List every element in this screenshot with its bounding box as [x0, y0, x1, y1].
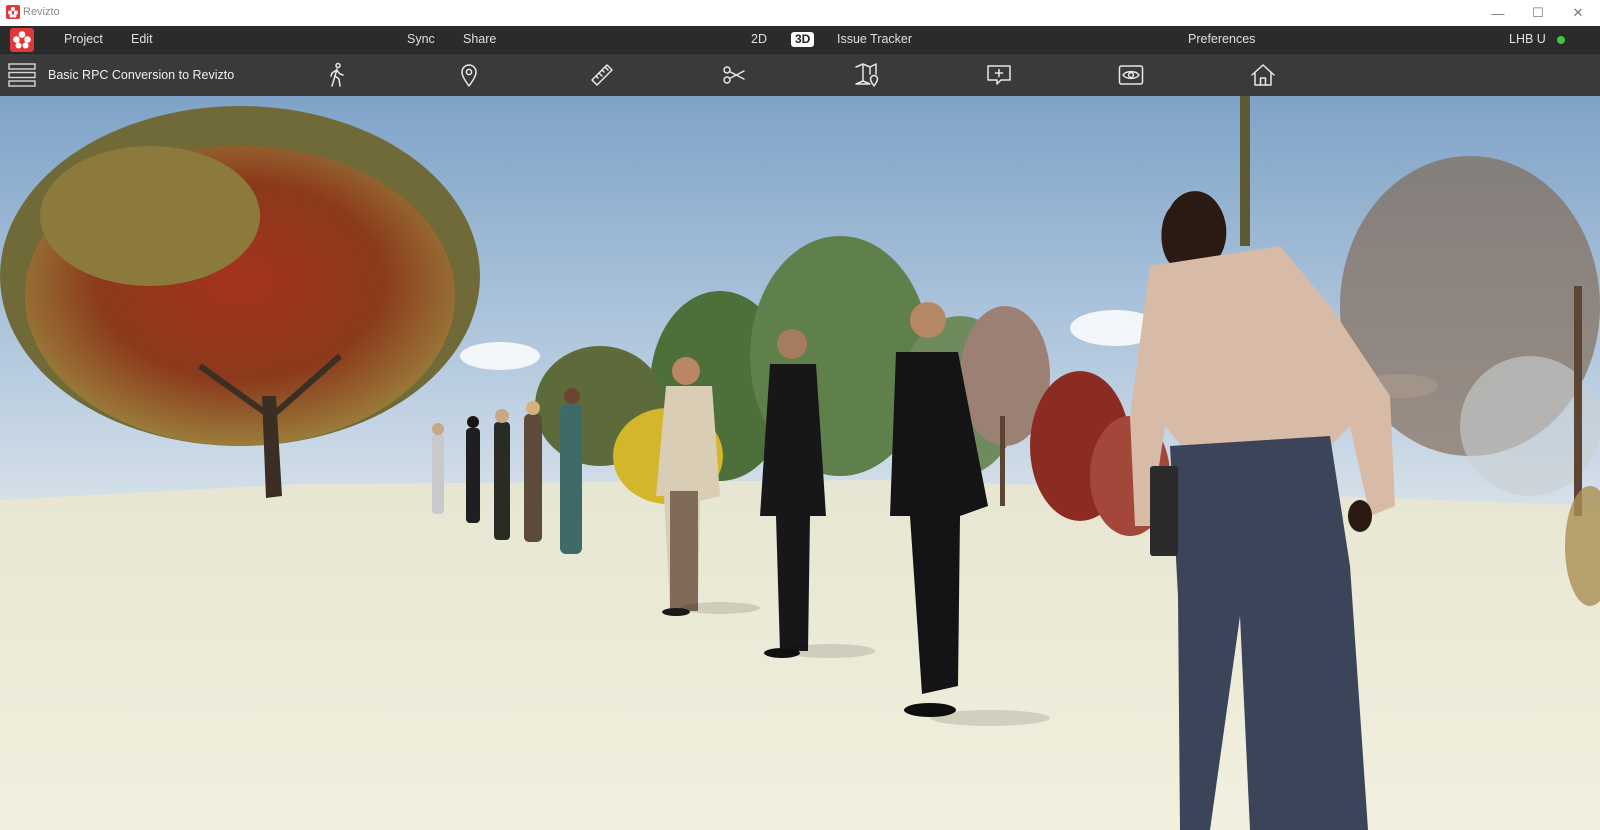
user-name[interactable]: LHB U	[1509, 32, 1546, 46]
menu-issue-tracker[interactable]: Issue Tracker	[837, 32, 912, 46]
ruler-icon	[591, 64, 613, 86]
measure-button[interactable]	[586, 60, 618, 90]
menu-project[interactable]: Project	[64, 32, 103, 46]
walk-mode-button[interactable]	[321, 60, 353, 90]
menu-preferences[interactable]: Preferences	[1188, 32, 1255, 46]
window-title-bar: Revizto — ☐ ✕	[0, 0, 1600, 27]
scissors-icon	[723, 66, 745, 84]
location-button[interactable]	[453, 60, 485, 90]
home-view-button[interactable]	[1247, 60, 1279, 90]
section-cut-button[interactable]	[718, 60, 750, 90]
layers-menu-icon[interactable]	[8, 63, 36, 87]
map-pin-icon	[855, 63, 879, 87]
sheets-map-button[interactable]	[851, 60, 883, 90]
location-pin-icon	[461, 64, 477, 87]
minimize-button[interactable]: —	[1478, 0, 1518, 26]
view-3d-toggle[interactable]: 3D	[791, 32, 815, 47]
3d-viewport[interactable]	[0, 96, 1600, 830]
add-comment-icon	[987, 65, 1011, 85]
visibility-button[interactable]	[1115, 60, 1147, 90]
walk-icon	[330, 62, 344, 87]
maximize-button[interactable]: ☐	[1518, 0, 1558, 26]
revizto-logo-icon[interactable]	[10, 28, 34, 52]
project-name: Basic RPC Conversion to Revizto	[48, 68, 235, 82]
home-icon	[1251, 64, 1275, 86]
scene-render	[0, 96, 1600, 830]
add-issue-button[interactable]	[983, 60, 1015, 90]
revizto-app-icon	[6, 5, 20, 19]
menu-share[interactable]: Share	[463, 32, 496, 46]
main-menu-bar: Project Edit Sync Share 2D 3D Issue Trac…	[0, 26, 1600, 53]
close-button[interactable]: ✕	[1558, 0, 1598, 26]
menu-edit[interactable]: Edit	[131, 32, 153, 46]
online-status-indicator	[1557, 36, 1565, 44]
window-title: Revizto	[23, 6, 60, 18]
view-2d-toggle[interactable]: 2D	[751, 32, 767, 46]
tool-bar: Basic RPC Conversion to Revizto	[0, 53, 1600, 97]
menu-sync[interactable]: Sync	[407, 32, 435, 46]
eye-icon	[1118, 65, 1144, 85]
